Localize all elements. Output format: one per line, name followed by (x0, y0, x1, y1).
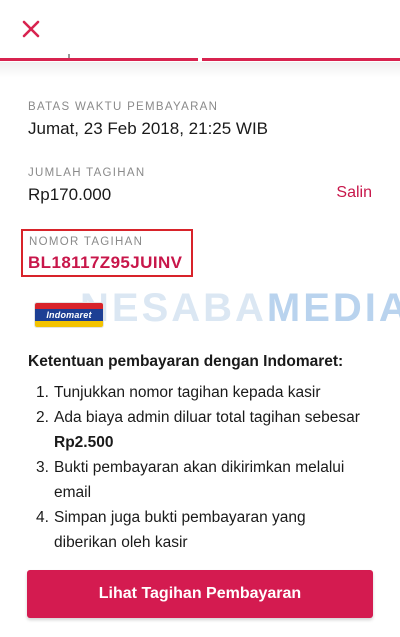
logo-text: Indomaret (46, 310, 92, 320)
payment-detail-screen: BATAS WAKTU PEMBAYARAN Jumat, 23 Feb 201… (0, 0, 400, 637)
tab-indicator-left (0, 58, 198, 61)
top-bar-shadow (0, 62, 400, 78)
instructions-title: Ketentuan pembayaran dengan Indomaret: (28, 353, 344, 370)
watermark: NESABAMEDIA (80, 286, 400, 331)
watermark-part1: NESABA (80, 286, 267, 330)
amount-value: Rp170.000 (28, 185, 112, 204)
watermark-part2: MEDIA (266, 286, 400, 330)
bill-number-value: BL18117Z95JUINV (28, 253, 183, 272)
view-bill-button[interactable]: Lihat Tagihan Pembayaran (27, 570, 373, 618)
instruction-step: 1. Tunjukkan nomor tagihan kepada kasir (36, 384, 321, 401)
instructions-list: 1. Tunjukkan nomor tagihan kepada kasir … (28, 380, 378, 555)
deadline-value: Jumat, 23 Feb 2018, 21:25 WIB (28, 119, 269, 138)
close-icon (20, 18, 44, 40)
copy-amount-button[interactable]: Salin (336, 184, 372, 202)
tab-indicator-right (202, 58, 400, 61)
top-bar (0, 0, 400, 78)
deadline-label: BATAS WAKTU PEMBAYARAN (28, 101, 219, 113)
bill-number-box: NOMOR TAGIHAN BL18117Z95JUINV (21, 229, 193, 277)
bill-number-label: NOMOR TAGIHAN (29, 236, 144, 248)
instruction-step: 4. Simpan juga bukti pembayaran yang dib… (36, 509, 306, 551)
instruction-step: 2. Ada biaya admin diluar total tagihan … (36, 409, 360, 451)
instruction-step: 3. Bukti pembayaran akan dikirimkan mela… (36, 459, 345, 501)
indomaret-logo: Indomaret (34, 302, 104, 328)
logo-yellow-stripe (35, 321, 103, 327)
close-button[interactable] (20, 18, 44, 42)
amount-label: JUMLAH TAGIHAN (28, 167, 146, 179)
